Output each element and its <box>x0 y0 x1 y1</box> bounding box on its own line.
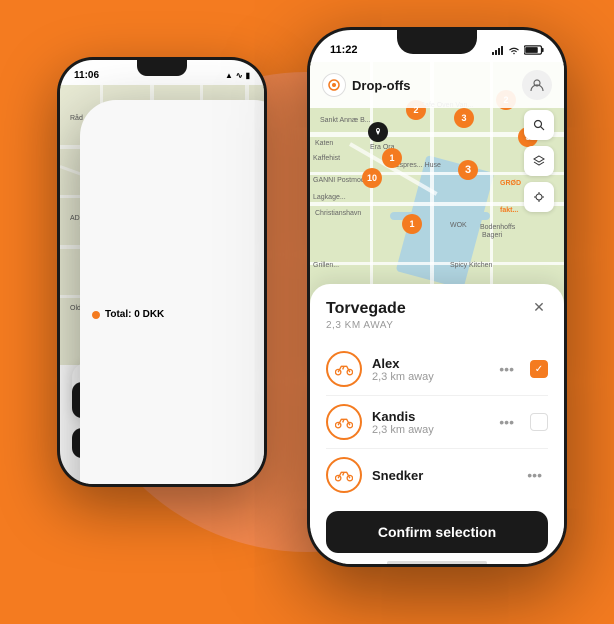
pin-3-big: 3 <box>458 160 478 180</box>
bottom-panel: ✕ Torvegade 2,3 KM AWAY Alex <box>310 284 564 564</box>
front-time: 11:22 <box>330 44 358 56</box>
dark-pin-1 <box>368 122 388 142</box>
front-home-indicator <box>326 561 548 564</box>
location-control[interactable] <box>524 182 554 212</box>
list-item-snedker: Snedker ••• <box>326 449 548 501</box>
list-item-alex: Alex 2,3 km away ••• ✓ <box>326 343 548 396</box>
pin-3-top: 3 <box>454 108 474 128</box>
back-status-bar: 11:06 ▲ ∿ ▮ <box>60 60 264 85</box>
map-text-fakt: fakt... <box>500 207 518 214</box>
list-item-kandis: Kandis 2,3 km away ••• <box>326 396 548 449</box>
user-icon <box>530 78 544 92</box>
back-signal: ▲ <box>225 71 233 80</box>
phone-front: 11:22 <box>307 27 567 567</box>
bike-avatar-snedker <box>326 457 362 493</box>
back-total-bar: Total: 0 DKK <box>80 100 264 484</box>
pin-10: 10 <box>362 168 382 188</box>
status-dot <box>92 311 100 319</box>
search-control[interactable] <box>524 110 554 140</box>
kandis-name: Kandis <box>372 409 483 424</box>
map-text-11: Bodenhoffs <box>480 224 515 231</box>
pin-1-mid: 1 <box>382 148 402 168</box>
snedker-name: Snedker <box>372 468 511 483</box>
front-status-bar: 11:22 <box>310 30 564 62</box>
kandis-checkbox[interactable] <box>530 413 548 431</box>
layers-icon <box>533 155 545 167</box>
layers-control[interactable] <box>524 146 554 176</box>
bike-svg-kandis <box>335 415 353 429</box>
battery-icon <box>524 45 544 55</box>
dropoff-label-row: Drop-offs <box>322 73 411 97</box>
close-button[interactable]: ✕ <box>528 296 550 318</box>
back-time: 11:06 <box>74 70 99 81</box>
total-label: Total: 0 DKK <box>105 309 164 320</box>
panel-distance-subtitle: 2,3 KM AWAY <box>326 320 548 331</box>
bike-svg-snedker <box>335 468 353 482</box>
confirm-selection-button[interactable]: Confirm selection <box>326 511 548 553</box>
alex-distance: 2,3 km away <box>372 371 483 383</box>
map-text-grød: GRØD <box>500 180 521 187</box>
kandis-distance: 2,3 km away <box>372 424 483 436</box>
pin-1-bottom: 1 <box>402 214 422 234</box>
dropoff-title: Drop-offs <box>352 78 411 93</box>
map-text-9: Christianshavn <box>315 210 361 217</box>
snedker-more-button[interactable]: ••• <box>521 465 548 485</box>
phones-container: 11:06 ▲ ∿ ▮ Total: 0 DKK <box>37 17 577 607</box>
dropoff-icon <box>322 73 346 97</box>
bike-avatar-kandis <box>326 404 362 440</box>
bike-svg-alex <box>335 362 353 376</box>
phone-back: 11:06 ▲ ∿ ▮ Total: 0 DKK <box>57 57 267 487</box>
location-icon <box>533 191 545 203</box>
back-wifi: ∿ <box>236 71 243 80</box>
map-header: Drop-offs <box>310 62 564 108</box>
wifi-icon <box>508 46 520 55</box>
back-battery: ▮ <box>246 71 250 80</box>
map-text-14: Spicy Kitchen <box>450 262 492 269</box>
map-text-10: WOK <box>450 222 467 229</box>
signal-icon <box>492 45 504 55</box>
bike-avatar-alex <box>326 351 362 387</box>
map-text-8: Lagkage... <box>313 194 346 201</box>
avatar-button[interactable] <box>522 70 552 100</box>
map-text-3: Katen <box>315 140 333 147</box>
alex-more-button[interactable]: ••• <box>493 359 520 379</box>
map-text-12: Bageri <box>482 232 502 239</box>
map-text-6: Espres... Huse <box>395 162 441 169</box>
panel-location-title: Torvegade <box>326 300 548 318</box>
kandis-more-button[interactable]: ••• <box>493 412 520 432</box>
map-controls <box>524 110 554 212</box>
map-text-13: Grillen... <box>313 262 339 269</box>
alex-name: Alex <box>372 356 483 371</box>
confirm-label: Confirm selection <box>378 524 496 540</box>
map-label-1: Råd <box>70 115 83 122</box>
map-text-1: Sankt Annæ B... <box>320 117 371 124</box>
map-text-5: Kaffehist <box>313 155 340 162</box>
alex-checkbox[interactable]: ✓ <box>530 360 548 378</box>
